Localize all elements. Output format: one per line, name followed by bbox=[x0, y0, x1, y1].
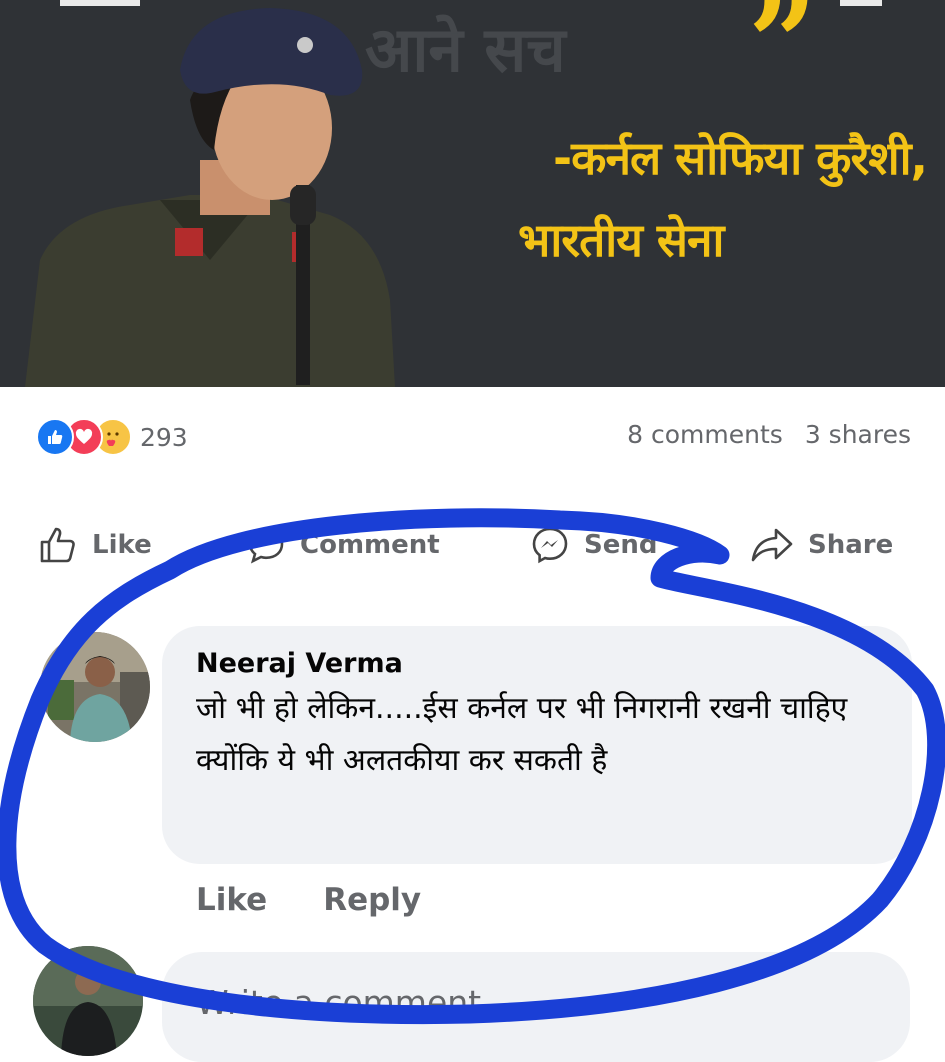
comment-actions: Like Reply bbox=[196, 882, 421, 918]
image-caption-title: भारतीय सेना bbox=[518, 213, 724, 267]
like-button[interactable]: Like bbox=[38, 510, 152, 580]
messenger-icon bbox=[532, 527, 568, 564]
avatar[interactable] bbox=[40, 632, 150, 742]
current-user-avatar[interactable] bbox=[33, 946, 143, 1056]
comments-count-link[interactable]: 8 comments bbox=[627, 420, 783, 449]
reaction-count: 293 bbox=[140, 422, 188, 452]
image-corner-mark bbox=[840, 0, 882, 6]
comment-label: Comment bbox=[300, 530, 440, 560]
share-button[interactable]: Share bbox=[750, 510, 893, 580]
thumbs-up-icon bbox=[40, 527, 75, 563]
profile-photo bbox=[40, 632, 150, 742]
profile-photo bbox=[33, 946, 143, 1056]
comment-input-placeholder: Write a comment... bbox=[196, 983, 513, 1022]
share-label: Share bbox=[808, 530, 894, 560]
comment-text: जो भी हो लेकिन.....ईस कर्नल पर भी निगरान… bbox=[196, 691, 848, 778]
comment-bubble: Neeraj Verma जो भी हो लेकिन.....ईस कर्नल… bbox=[162, 626, 912, 864]
shares-count-link[interactable]: 3 shares bbox=[805, 420, 911, 449]
comment-author[interactable]: Neeraj Verma bbox=[196, 648, 878, 679]
quote-mark: ” bbox=[748, 0, 818, 114]
post-image[interactable]: आने सच ” -कर्नल सोफिया कुरैशी, भारतीय से… bbox=[0, 0, 945, 387]
comment-like-button[interactable]: Like bbox=[196, 882, 267, 918]
post-action-bar: Like Comment Send Share bbox=[0, 510, 945, 580]
comment-reply-button[interactable]: Reply bbox=[323, 882, 421, 918]
comment-bubble-icon bbox=[248, 528, 284, 564]
send-button[interactable]: Send bbox=[530, 510, 657, 580]
post-stats: 8 comments 3 shares bbox=[627, 420, 911, 449]
like-reaction-icon bbox=[36, 418, 74, 456]
send-label: Send bbox=[584, 530, 658, 560]
reactions-summary[interactable]: 293 bbox=[36, 417, 188, 457]
like-label: Like bbox=[92, 530, 152, 560]
comment-button[interactable]: Comment bbox=[246, 510, 440, 580]
officer-photo bbox=[25, 8, 395, 387]
share-arrow-icon bbox=[751, 528, 793, 562]
image-caption-name: -कर्नल सोफिया कुरैशी, bbox=[553, 131, 928, 185]
